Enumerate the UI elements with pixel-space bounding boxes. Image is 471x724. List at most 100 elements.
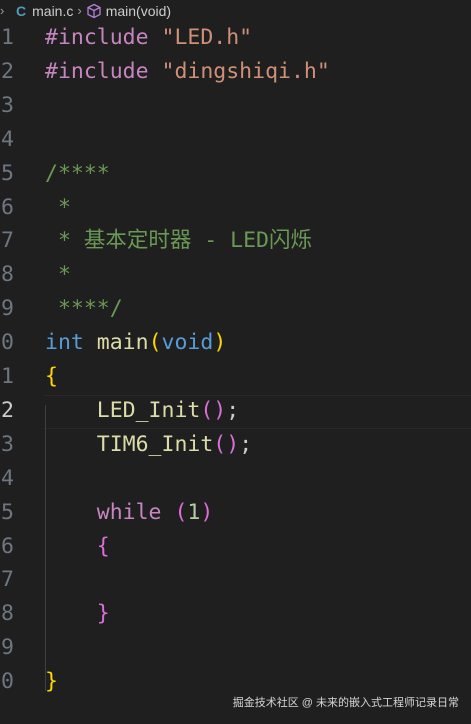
code-text: #include "dingshiqi.h" <box>45 55 330 89</box>
code-token: { <box>45 364 58 389</box>
line-number: 1 <box>1 25 14 50</box>
code-text: { <box>45 530 110 564</box>
code-token: 1 <box>187 499 201 525</box>
code-token: ) <box>213 397 227 423</box>
code-line[interactable]: 2 LED_Init(); <box>0 394 471 428</box>
code-text: * <box>45 191 71 225</box>
code-text: while (1) <box>45 496 214 530</box>
code-line[interactable]: 7 <box>0 563 471 597</box>
code-text: { <box>45 360 58 394</box>
code-token: int <box>45 330 84 356</box>
c-file-icon: C <box>16 2 27 19</box>
line-number: 6 <box>1 194 14 220</box>
line-number: 4 <box>1 126 14 152</box>
code-token: void <box>161 330 214 356</box>
code-token: TIM6_Init <box>96 431 214 457</box>
code-text: * <box>45 258 71 292</box>
code-token: "LED.h" <box>161 25 253 50</box>
cube-icon <box>86 3 102 19</box>
breadcrumb: › C main.c › main(void) <box>0 0 471 21</box>
code-token: ( <box>174 499 188 525</box>
line-number: 4 <box>1 465 14 491</box>
code-line[interactable]: 9 <box>0 631 471 665</box>
code-token: * <box>45 262 71 288</box>
code-token: * 基本定时器 - LED闪烁 <box>45 228 312 254</box>
line-number: 5 <box>1 499 14 525</box>
code-token: } <box>96 601 110 627</box>
code-line[interactable]: 9 ****/ <box>0 292 471 326</box>
code-token: "dingshiqi.h" <box>161 58 330 84</box>
code-token: { <box>96 533 110 559</box>
code-line[interactable]: 3 TIM6_Init(); <box>0 428 471 462</box>
code-token: while <box>96 499 162 525</box>
code-token: ) <box>200 499 214 525</box>
code-token: ****/ <box>45 296 123 322</box>
code-text: /**** <box>45 157 110 191</box>
line-number: 5 <box>1 160 14 186</box>
code-token: ; <box>226 397 240 423</box>
code-token: #include <box>45 58 149 84</box>
code-line[interactable]: 7 * 基本定时器 - LED闪烁 <box>0 224 471 258</box>
line-number: 2 <box>1 58 14 84</box>
code-line[interactable]: 5 /**** <box>0 157 471 191</box>
code-line[interactable]: 8 } <box>0 597 471 631</box>
code-token: ; <box>239 431 253 457</box>
code-line[interactable]: 5 while (1) <box>0 496 471 530</box>
code-line[interactable]: 6 * <box>0 191 471 225</box>
code-editor[interactable]: 1 #include "LED.h" 2 #include "dingshiqi.h"… <box>0 21 471 724</box>
code-text: #include "LED.h" <box>45 21 252 55</box>
line-number: 3 <box>1 92 14 118</box>
line-number: 9 <box>1 296 14 322</box>
line-number: 2 <box>1 397 14 423</box>
line-number: 8 <box>1 601 14 627</box>
code-text: TIM6_Init(); <box>45 428 252 462</box>
line-number: 0 <box>1 669 14 695</box>
breadcrumb-separator: › <box>77 3 82 18</box>
code-line[interactable]: 4 <box>0 123 471 157</box>
code-line[interactable]: 4 <box>0 462 471 496</box>
code-text: } <box>45 665 58 699</box>
line-number: 1 <box>1 364 14 389</box>
code-line[interactable]: 6 { <box>0 530 471 564</box>
code-text: ****/ <box>45 292 123 326</box>
breadcrumb-file[interactable]: main.c <box>32 3 73 19</box>
code-token: ( <box>200 397 214 423</box>
code-line[interactable]: 0 int main(void) <box>0 326 471 360</box>
line-number: 7 <box>1 567 14 593</box>
code-token: * <box>45 194 71 220</box>
code-text: int main(void) <box>45 326 226 360</box>
code-token: ) <box>226 431 240 457</box>
line-number: 8 <box>1 262 14 288</box>
chevron-right-icon: › <box>0 3 5 18</box>
code-token: ( <box>148 330 162 356</box>
code-token: #include <box>45 25 149 50</box>
watermark: 掘金技术社区 @ 未来的嵌入式工程师记录日常 <box>232 697 459 709</box>
breadcrumb-symbol[interactable]: main(void) <box>106 3 171 19</box>
code-token: ) <box>213 330 227 356</box>
code-text: } <box>45 597 110 631</box>
code-text: LED_Init(); <box>45 394 239 428</box>
code-line[interactable]: 1{ <box>0 360 471 394</box>
line-number: 7 <box>1 228 14 254</box>
code-token: LED_Init <box>96 397 201 423</box>
code-line[interactable]: 1 #include "LED.h" <box>0 21 471 55</box>
line-number: 3 <box>1 431 14 457</box>
code-token: ( <box>213 431 227 457</box>
code-text: * 基本定时器 - LED闪烁 <box>45 224 312 258</box>
line-number: 9 <box>1 635 14 661</box>
line-number: 0 <box>1 330 14 356</box>
code-line[interactable]: 2 #include "dingshiqi.h" <box>0 55 471 89</box>
line-number: 6 <box>1 533 14 559</box>
code-token: /**** <box>45 160 110 186</box>
code-line[interactable]: 3 <box>0 89 471 123</box>
code-line[interactable]: 8 * <box>0 258 471 292</box>
